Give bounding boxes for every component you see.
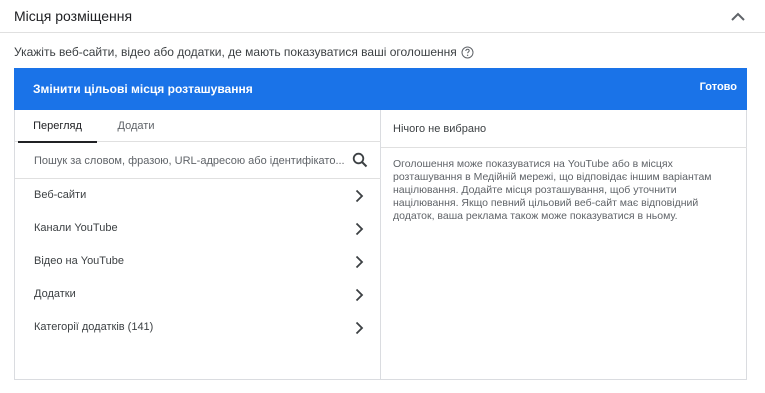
section-description: Укажіть веб-сайти, відео або додатки, де… [14,45,474,59]
browse-pane: Перегляд Додати Веб-сайти Канали YouTube [15,110,381,380]
search-input[interactable] [34,152,344,170]
panel-title: Змінити цільові місця розташування [33,82,253,96]
help-icon[interactable] [461,46,474,59]
chevron-up-icon[interactable] [728,6,748,26]
category-youtube-channels[interactable]: Канали YouTube [15,213,381,246]
category-apps[interactable]: Додатки [15,279,381,312]
chevron-right-icon [352,288,366,302]
tab-bar: Перегляд Додати [15,110,381,143]
category-label: Додатки [34,288,76,300]
description-text: Укажіть веб-сайти, відео або додатки, де… [14,45,457,59]
done-button[interactable]: Готово [700,81,737,93]
tab-add[interactable]: Додати [105,110,167,142]
category-list: Веб-сайти Канали YouTube Відео на YouTub… [15,180,381,345]
section-header[interactable]: Місця розміщення [0,0,765,33]
selection-header: Нічого не вибрано [381,110,747,148]
section-title: Місця розміщення [14,8,133,24]
category-label: Канали YouTube [34,222,118,234]
search-row [15,143,381,179]
category-app-categories[interactable]: Категорії додатків (141) [15,312,381,345]
chevron-right-icon [352,222,366,236]
chevron-right-icon [352,321,366,335]
tab-review[interactable]: Перегляд [18,110,97,143]
selection-info: Оголошення може показуватися на YouTube … [393,158,712,222]
category-label: Відео на YouTube [34,255,124,267]
chevron-right-icon [352,189,366,203]
placements-panel: Змінити цільові місця розташування Готов… [14,68,747,380]
panel-header: Змінити цільові місця розташування Готов… [14,68,747,110]
selection-heading: Нічого не вибрано [393,123,487,135]
category-label: Категорії додатків (141) [34,321,154,333]
category-websites[interactable]: Веб-сайти [15,180,381,213]
category-youtube-videos[interactable]: Відео на YouTube [15,246,381,279]
search-icon[interactable] [352,152,368,168]
selection-pane: Нічого не вибрано Оголошення може показу… [381,110,747,380]
category-label: Веб-сайти [34,189,87,201]
chevron-right-icon [352,255,366,269]
